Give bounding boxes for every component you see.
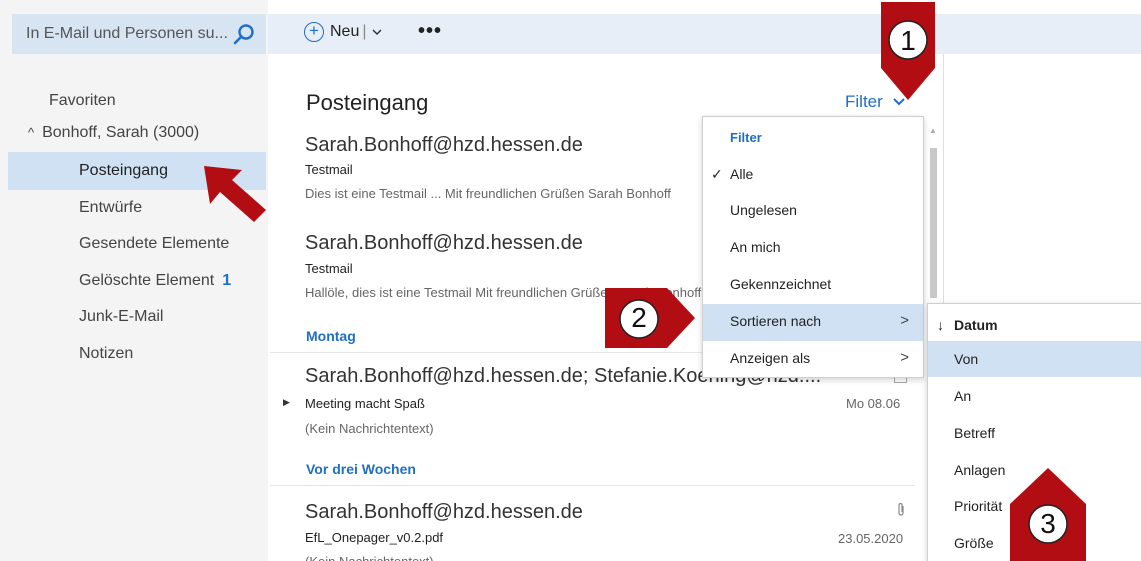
more-options-button[interactable]: ••• — [418, 20, 442, 43]
callout-number: 3 — [1040, 508, 1056, 539]
menu-item-label: Größe — [954, 535, 994, 551]
new-message-button[interactable]: + Neu | — [304, 22, 383, 42]
message-preview: (Kein Nachrichtentext) — [305, 421, 434, 436]
sidebar-item-entwuerfe[interactable]: Entwürfe — [79, 199, 142, 217]
sort-item-datum[interactable]: ↓ Datum — [928, 307, 1141, 343]
menu-item-label: Anlagen — [954, 462, 1006, 478]
message-date: 23.05.2020 — [838, 531, 904, 546]
command-bar: + Neu | ••• — [268, 14, 1141, 54]
divider — [270, 485, 915, 486]
sort-item-an[interactable]: An — [928, 378, 1141, 414]
sort-descending-arrow-icon: ↓ — [937, 317, 944, 333]
account-node[interactable]: ^ Bonhoff, Sarah (3000) — [28, 124, 199, 142]
message-sender: Sarah.Bonhoff@hzd.hessen.de — [305, 232, 583, 254]
menu-item-ungelesen[interactable]: Ungelesen — [703, 193, 923, 229]
group-header: Vor drei Wochen — [306, 461, 416, 477]
message-preview: (Kein Nachrichtentext) — [305, 554, 434, 561]
menu-item-alle[interactable]: ✓ Alle — [703, 157, 923, 193]
chevron-down-icon[interactable] — [371, 27, 383, 37]
menu-item-an-mich[interactable]: An mich — [703, 230, 923, 266]
sidebar-item-junk-email[interactable]: Junk-E-Mail — [79, 308, 163, 326]
folder-pane: In E-Mail und Personen su... Favoriten ^… — [0, 0, 268, 561]
message-subject: Testmail — [305, 261, 353, 276]
favorites-header[interactable]: Favoriten — [49, 92, 116, 110]
paperclip-icon — [898, 502, 904, 516]
callout-number: 1 — [900, 25, 916, 56]
collapse-chevron-icon[interactable]: ^ — [28, 125, 34, 140]
menu-item-label: Gekennzeichnet — [730, 276, 832, 292]
menu-header-label: Filter — [730, 130, 762, 145]
menu-item-label: Betreff — [954, 425, 995, 441]
menu-item-label: Alle — [730, 166, 754, 182]
chevron-right-icon: > — [900, 349, 909, 366]
message-subject: Meeting macht Spaß — [305, 396, 425, 411]
group-header: Montag — [306, 328, 356, 344]
callout-number: 2 — [631, 302, 647, 333]
menu-header: Filter — [703, 117, 923, 153]
plus-circle-icon: + — [304, 22, 324, 42]
account-label: Bonhoff, Sarah (3000) — [42, 124, 200, 141]
menu-item-label: Von — [954, 351, 979, 367]
expand-triangle-icon[interactable]: ▶ — [283, 397, 290, 408]
message-subject: EfL_Onepager_v0.2.pdf — [305, 530, 444, 545]
search-input[interactable]: In E-Mail und Personen su... — [26, 25, 228, 43]
message-sender: Sarah.Bonhoff@hzd.hessen.de — [305, 134, 583, 156]
menu-item-sortieren-nach[interactable]: Sortieren nach > — [703, 304, 923, 341]
separator: | — [362, 23, 367, 40]
sort-item-betreff[interactable]: Betreff — [928, 415, 1141, 451]
menu-item-label: Priorität — [954, 498, 1003, 514]
folder-label: Gelöschte Element — [79, 272, 215, 289]
search-box[interactable]: In E-Mail und Personen su... — [12, 14, 266, 54]
message-subject: Testmail — [305, 162, 353, 177]
red-arrow-annotation — [204, 166, 266, 222]
menu-item-label: An mich — [730, 239, 781, 255]
search-icon[interactable] — [232, 22, 256, 46]
message-sender: Sarah.Bonhoff@hzd.hessen.de — [305, 501, 583, 523]
unread-count-badge: 1 — [222, 272, 232, 289]
message-date: Mo 08.06 — [846, 396, 901, 411]
menu-item-anzeigen-als[interactable]: Anzeigen als > — [703, 341, 923, 377]
sidebar-item-notizen[interactable]: Notizen — [79, 345, 133, 363]
menu-item-label: Datum — [954, 317, 998, 333]
chevron-right-icon: > — [900, 312, 909, 329]
scrollbar-thumb[interactable] — [930, 148, 937, 298]
menu-item-label: Anzeigen als — [730, 350, 811, 366]
menu-item-label: Sortieren nach — [730, 313, 822, 329]
message-preview: Dies ist eine Testmail ... Mit freundlic… — [305, 186, 671, 201]
sidebar-item-gesendete-elemente[interactable]: Gesendete Elemente — [79, 235, 229, 253]
list-title: Posteingang — [306, 90, 429, 115]
sort-item-von[interactable]: Von — [928, 341, 1141, 377]
filter-menu: Filter ✓ Alle Ungelesen An mich Gekennze… — [702, 116, 924, 378]
scroll-up-icon[interactable]: ▲ — [929, 126, 937, 135]
folder-label: Posteingang — [79, 162, 168, 179]
menu-item-gekennzeichnet[interactable]: Gekennzeichnet — [703, 267, 923, 303]
checkmark-icon: ✓ — [711, 166, 723, 182]
sidebar-item-geloeschte-elemente[interactable]: Gelöschte Element 1 — [79, 272, 231, 290]
menu-item-label: Ungelesen — [730, 202, 797, 218]
new-label: Neu — [330, 23, 360, 40]
menu-item-label: An — [954, 388, 972, 404]
